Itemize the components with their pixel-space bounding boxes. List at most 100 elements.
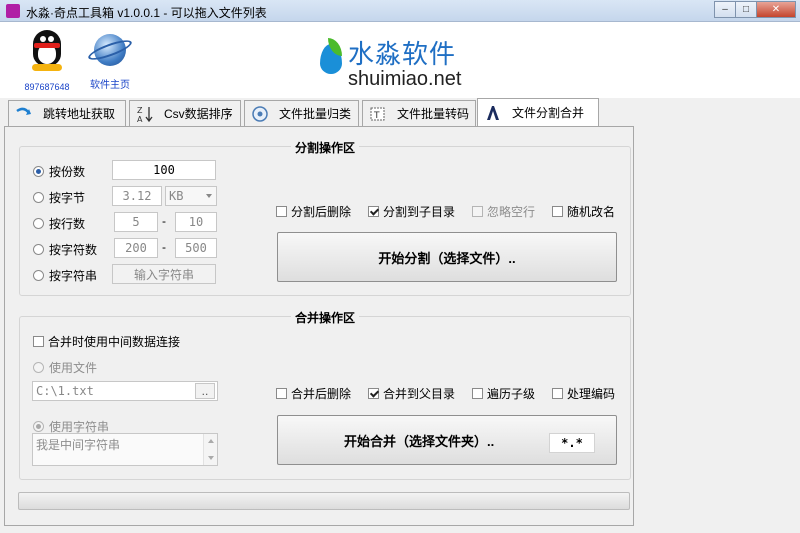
- tab-classify[interactable]: 文件批量归类: [244, 100, 359, 126]
- checkbox-label: 合并后删除: [291, 387, 352, 401]
- checkbox-label: 处理编码: [567, 387, 616, 401]
- window-controls: – □ ✕: [714, 1, 796, 18]
- checkbox-box[interactable]: [552, 388, 563, 399]
- radio-dot[interactable]: [33, 270, 44, 281]
- range-separator: -: [162, 240, 166, 254]
- handle-encoding-checkbox[interactable]: 处理编码: [552, 385, 615, 402]
- header-banner: 897687648 软件主页 水淼软件 shuimiao.net: [0, 22, 800, 98]
- checkbox-box[interactable]: [368, 206, 379, 217]
- use-middle-data-checkbox[interactable]: 合并时使用中间数据连接: [33, 333, 180, 350]
- redirect-arrow-icon: [15, 105, 33, 123]
- split-by-string-radio[interactable]: 按字符串: [33, 267, 97, 284]
- checkbox-box[interactable]: [276, 388, 287, 399]
- brand-name-cn: 水淼软件: [348, 39, 457, 69]
- split-by-count-radio[interactable]: 按份数: [33, 163, 85, 180]
- transcode-icon: T: [369, 105, 387, 123]
- radio-dot[interactable]: [33, 244, 44, 255]
- minimize-button[interactable]: –: [714, 1, 736, 18]
- svg-text:T: T: [373, 111, 380, 121]
- tab-strip: 跳转地址获取 ZA Csv数据排序 文件批量归类 T 文件批量转码 文件分割合并: [0, 98, 800, 126]
- checkbox-box[interactable]: [276, 206, 287, 217]
- tab-transcode[interactable]: T 文件批量转码: [362, 100, 476, 126]
- use-file-radio[interactable]: 使用文件: [33, 359, 97, 376]
- homepage-link[interactable]: 软件主页: [84, 30, 136, 91]
- checkbox-box[interactable]: [368, 388, 379, 399]
- merge-to-parent-checkbox[interactable]: 合并到父目录: [368, 385, 455, 402]
- svg-text:A: A: [137, 115, 143, 123]
- scroll-down-icon[interactable]: [208, 456, 214, 460]
- tab-split-merge[interactable]: 文件分割合并: [477, 98, 599, 126]
- qq-contact[interactable]: 897687648: [22, 28, 72, 92]
- textarea-text: 我是中间字符串: [36, 438, 121, 452]
- start-split-button[interactable]: 开始分割（选择文件）..: [277, 232, 617, 282]
- range-separator: -: [162, 214, 166, 228]
- checkbox-label: 随机改名: [567, 205, 616, 219]
- merge-delete-after-checkbox[interactable]: 合并后删除: [276, 385, 351, 402]
- qq-number-label[interactable]: 897687648: [22, 82, 72, 92]
- radio-dot[interactable]: [33, 421, 44, 432]
- split-merge-icon: [484, 104, 502, 122]
- split-delete-after-checkbox[interactable]: 分割后删除: [276, 203, 351, 220]
- app-icon: [6, 4, 20, 18]
- radio-label: 按行数: [49, 217, 86, 231]
- middle-file-path-field[interactable]: C:\1.txt: [32, 381, 218, 401]
- sort-az-icon: ZA: [136, 105, 154, 124]
- window-title: 水淼·奇点工具箱 v1.0.0.1 - 可以拖入文件列表: [26, 6, 267, 20]
- checkbox-box[interactable]: [552, 206, 563, 217]
- close-button[interactable]: ✕: [756, 1, 796, 18]
- checkbox-label: 合并到父目录: [383, 387, 456, 401]
- merge-filter-field[interactable]: *.*: [549, 433, 595, 453]
- lines-to-field[interactable]: 10: [175, 212, 217, 232]
- homepage-label[interactable]: 软件主页: [84, 76, 136, 91]
- file-path-text: C:\1.txt: [36, 384, 94, 398]
- tab-label: 文件分割合并: [512, 106, 585, 120]
- input-string-button[interactable]: 输入字符串: [112, 264, 216, 284]
- radio-label: 按字符串: [49, 269, 98, 283]
- brand-logo: 水淼软件 shuimiao.net: [318, 34, 488, 94]
- lines-from-field[interactable]: 5: [114, 212, 158, 232]
- tab-csv-sort[interactable]: ZA Csv数据排序: [129, 100, 241, 126]
- radio-label: 使用文件: [49, 361, 98, 375]
- bytes-unit-select[interactable]: KB: [165, 186, 217, 206]
- tab-label: 文件批量转码: [397, 107, 470, 121]
- chars-to-field[interactable]: 500: [175, 238, 217, 258]
- traverse-subdirs-checkbox[interactable]: 遍历子级: [472, 385, 535, 402]
- checkbox-label: 分割到子目录: [383, 205, 456, 219]
- split-by-bytes-radio[interactable]: 按字节: [33, 189, 85, 206]
- middle-string-textarea[interactable]: 我是中间字符串: [32, 433, 218, 466]
- checkbox-label: 分割后删除: [291, 205, 352, 219]
- brand-name-en: shuimiao.net: [348, 68, 462, 90]
- radio-dot[interactable]: [33, 362, 44, 373]
- split-count-field[interactable]: 100: [112, 160, 216, 180]
- radio-dot[interactable]: [33, 192, 44, 203]
- checkbox-box[interactable]: [472, 388, 483, 399]
- split-to-subdir-checkbox[interactable]: 分割到子目录: [368, 203, 455, 220]
- split-by-chars-radio[interactable]: 按字符数: [33, 241, 97, 258]
- qq-penguin-icon[interactable]: [27, 28, 67, 76]
- radio-dot[interactable]: [33, 218, 44, 229]
- globe-icon[interactable]: [86, 30, 134, 70]
- checkbox-label: 遍历子级: [487, 387, 536, 401]
- random-rename-checkbox[interactable]: 随机改名: [552, 203, 615, 220]
- split-bytes-field[interactable]: 3.12: [112, 186, 162, 206]
- radio-label: 按字符数: [49, 243, 98, 257]
- radio-dot[interactable]: [33, 166, 44, 177]
- tab-redirect[interactable]: 跳转地址获取: [8, 100, 126, 126]
- progress-bar: [18, 492, 630, 510]
- scroll-up-icon[interactable]: [208, 439, 214, 443]
- merge-group-title: 合并操作区: [20, 309, 630, 326]
- svg-text:Z: Z: [137, 106, 143, 115]
- ignore-blank-lines-checkbox[interactable]: 忽略空行: [472, 203, 535, 220]
- textarea-scrollbar[interactable]: [203, 434, 217, 465]
- checkbox-label: 忽略空行: [487, 205, 536, 219]
- split-by-lines-radio[interactable]: 按行数: [33, 215, 85, 232]
- chars-from-field[interactable]: 200: [114, 238, 158, 258]
- checkbox-box[interactable]: [472, 206, 483, 217]
- maximize-button[interactable]: □: [735, 1, 757, 18]
- water-drop-icon: [318, 38, 344, 78]
- title-bar: 水淼·奇点工具箱 v1.0.0.1 - 可以拖入文件列表 – □ ✕: [0, 0, 800, 22]
- browse-file-button[interactable]: ..: [195, 383, 215, 399]
- checkbox-box[interactable]: [33, 336, 44, 347]
- tab-label: Csv数据排序: [164, 107, 233, 121]
- tab-label: 跳转地址获取: [43, 107, 116, 121]
